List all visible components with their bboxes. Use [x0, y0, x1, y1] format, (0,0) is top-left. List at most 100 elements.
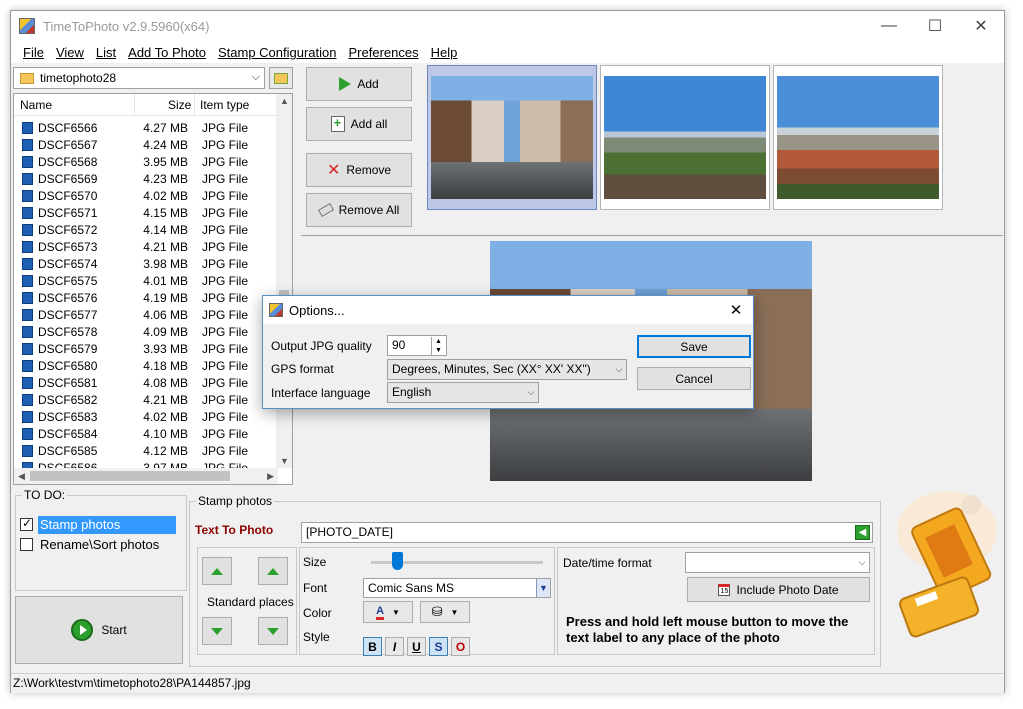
chevron-down-icon[interactable]: ⌵: [252, 71, 260, 84]
file-row[interactable]: DSCF6584 4.10 MB JPG File: [14, 426, 278, 443]
place-bottom-right-button[interactable]: [258, 617, 288, 645]
menu-stamp-configuration[interactable]: Stamp Configuration: [218, 45, 337, 60]
chevron-down-icon[interactable]: ⌵: [855, 553, 869, 572]
file-list-header: Name Size Item type: [14, 94, 278, 116]
italic-button[interactable]: I: [385, 637, 404, 656]
file-row[interactable]: DSCF6575 4.01 MB JPG File: [14, 273, 278, 290]
file-row[interactable]: DSCF6566 4.27 MB JPG File: [14, 120, 278, 137]
stamp-text-input[interactable]: [PHOTO_DATE] ◀: [301, 522, 873, 543]
place-top-left-button[interactable]: [202, 557, 232, 585]
file-row[interactable]: DSCF6567 4.24 MB JPG File: [14, 137, 278, 154]
file-size: 3.98 MB: [143, 257, 188, 271]
column-name[interactable]: Name: [20, 98, 52, 112]
stamp-photos-checkbox[interactable]: [20, 516, 33, 531]
file-size: 4.15 MB: [143, 206, 188, 220]
menu-add-to-photo[interactable]: Add To Photo: [128, 45, 206, 60]
file-name: DSCF6570: [38, 189, 98, 203]
arrow-left-icon[interactable]: ◀: [855, 525, 870, 540]
language-select[interactable]: English ⌵: [387, 382, 539, 403]
horizontal-scrollbar[interactable]: ◀ ▶: [14, 468, 278, 484]
column-item-type[interactable]: Item type: [200, 98, 249, 112]
save-button[interactable]: Save: [637, 335, 751, 358]
hscroll-thumb[interactable]: [30, 471, 230, 481]
include-photo-date-label: Include Photo Date: [736, 582, 839, 597]
menu-preferences[interactable]: Preferences: [349, 45, 419, 60]
chevron-down-icon[interactable]: ⌵: [524, 383, 538, 402]
chevron-down-icon[interactable]: ⌵: [612, 360, 626, 379]
thumbnail-rooftops[interactable]: [773, 65, 943, 210]
thumbnail-street[interactable]: [427, 65, 597, 210]
file-rows: DSCF6566 4.27 MB JPG File DSCF6567 4.24 MB JP…: [14, 120, 278, 477]
file-row[interactable]: DSCF6579 3.93 MB JPG File: [14, 341, 278, 358]
file-row[interactable]: DSCF6569 4.23 MB JPG File: [14, 171, 278, 188]
menu-help[interactable]: Help: [431, 45, 458, 60]
scroll-right-icon[interactable]: ▶: [267, 471, 274, 482]
file-type: JPG File: [202, 444, 249, 458]
date-format-select[interactable]: ⌵: [685, 552, 870, 573]
file-type: JPG File: [202, 410, 249, 424]
rename-sort-label[interactable]: Rename\Sort photos: [38, 536, 161, 554]
stamp-photos-label[interactable]: Stamp photos: [38, 516, 176, 534]
place-bottom-left-button[interactable]: [202, 617, 232, 645]
thumbnail-panorama[interactable]: [600, 65, 770, 210]
minimize-button[interactable]: —: [866, 11, 912, 41]
bold-button[interactable]: B: [363, 637, 382, 656]
folder-icon: [20, 72, 34, 84]
triangle-up-icon: [211, 567, 223, 575]
file-row[interactable]: DSCF6582 4.21 MB JPG File: [14, 392, 278, 409]
file-row[interactable]: DSCF6571 4.15 MB JPG File: [14, 205, 278, 222]
color-label: Color: [303, 606, 332, 620]
folder-select[interactable]: timetophoto28 ⌵: [13, 67, 265, 89]
menu-file[interactable]: File: [23, 45, 44, 60]
file-row[interactable]: DSCF6581 4.08 MB JPG File: [14, 375, 278, 392]
file-row[interactable]: DSCF6573 4.21 MB JPG File: [14, 239, 278, 256]
file-row[interactable]: DSCF6574 3.98 MB JPG File: [14, 256, 278, 273]
scroll-left-icon[interactable]: ◀: [18, 471, 25, 482]
start-button[interactable]: Start: [15, 596, 183, 664]
browse-folder-button[interactable]: [269, 67, 293, 89]
outline-button[interactable]: O: [451, 637, 470, 656]
file-row[interactable]: DSCF6580 4.18 MB JPG File: [14, 358, 278, 375]
font-select[interactable]: Comic Sans MS ▼: [363, 578, 551, 598]
scroll-up-icon[interactable]: ▲: [280, 96, 289, 106]
quality-stepper[interactable]: 90 ▲ ▼: [387, 335, 447, 356]
menu-list[interactable]: List: [96, 45, 116, 60]
shadow-button[interactable]: S: [429, 637, 448, 656]
file-row[interactable]: DSCF6570 4.02 MB JPG File: [14, 188, 278, 205]
file-row[interactable]: DSCF6583 4.02 MB JPG File: [14, 409, 278, 426]
maximize-button[interactable]: ☐: [912, 11, 958, 41]
start-label: Start: [101, 623, 127, 637]
file-type: JPG File: [202, 274, 249, 288]
chevron-down-icon[interactable]: ▼: [536, 579, 550, 597]
underline-button[interactable]: U: [407, 637, 426, 656]
file-name: DSCF6578: [38, 325, 98, 339]
gps-format-select[interactable]: Degrees, Minutes, Sec (XX° XX' XX") ⌵: [387, 359, 627, 380]
text-to-photo-label: Text To Photo: [195, 523, 274, 537]
file-type: JPG File: [202, 257, 249, 271]
text-color-button[interactable]: A ▼: [363, 601, 413, 623]
scroll-down-icon[interactable]: ▼: [280, 456, 289, 466]
file-list[interactable]: Name Size Item type DSCF6566 4.27 MB JPG F…: [13, 93, 293, 485]
place-top-right-button[interactable]: [258, 557, 288, 585]
size-slider-thumb[interactable]: [392, 552, 403, 570]
vertical-scrollbar[interactable]: ▲ ▼: [276, 94, 292, 468]
jpg-file-icon: [22, 139, 33, 151]
file-row[interactable]: DSCF6572 4.14 MB JPG File: [14, 222, 278, 239]
close-icon[interactable]: ✕: [719, 296, 753, 324]
include-photo-date-button[interactable]: 15 Include Photo Date: [687, 577, 870, 602]
menu-view[interactable]: View: [56, 45, 84, 60]
file-row[interactable]: DSCF6577 4.06 MB JPG File: [14, 307, 278, 324]
file-row[interactable]: DSCF6585 4.12 MB JPG File: [14, 443, 278, 460]
column-size[interactable]: Size: [168, 98, 191, 112]
spinner-icon[interactable]: ▲ ▼: [431, 337, 445, 355]
file-row[interactable]: DSCF6568 3.95 MB JPG File: [14, 154, 278, 171]
app-icon: [19, 18, 35, 34]
rename-sort-checkbox[interactable]: [20, 538, 33, 551]
photo-rooftops: [777, 76, 939, 199]
cancel-button[interactable]: Cancel: [637, 367, 751, 390]
close-button[interactable]: ✕: [958, 11, 1004, 41]
file-row[interactable]: DSCF6578 4.09 MB JPG File: [14, 324, 278, 341]
file-size: 4.10 MB: [143, 427, 188, 441]
file-row[interactable]: DSCF6576 4.19 MB JPG File: [14, 290, 278, 307]
fill-color-button[interactable]: ⛁ ▼: [420, 601, 470, 623]
